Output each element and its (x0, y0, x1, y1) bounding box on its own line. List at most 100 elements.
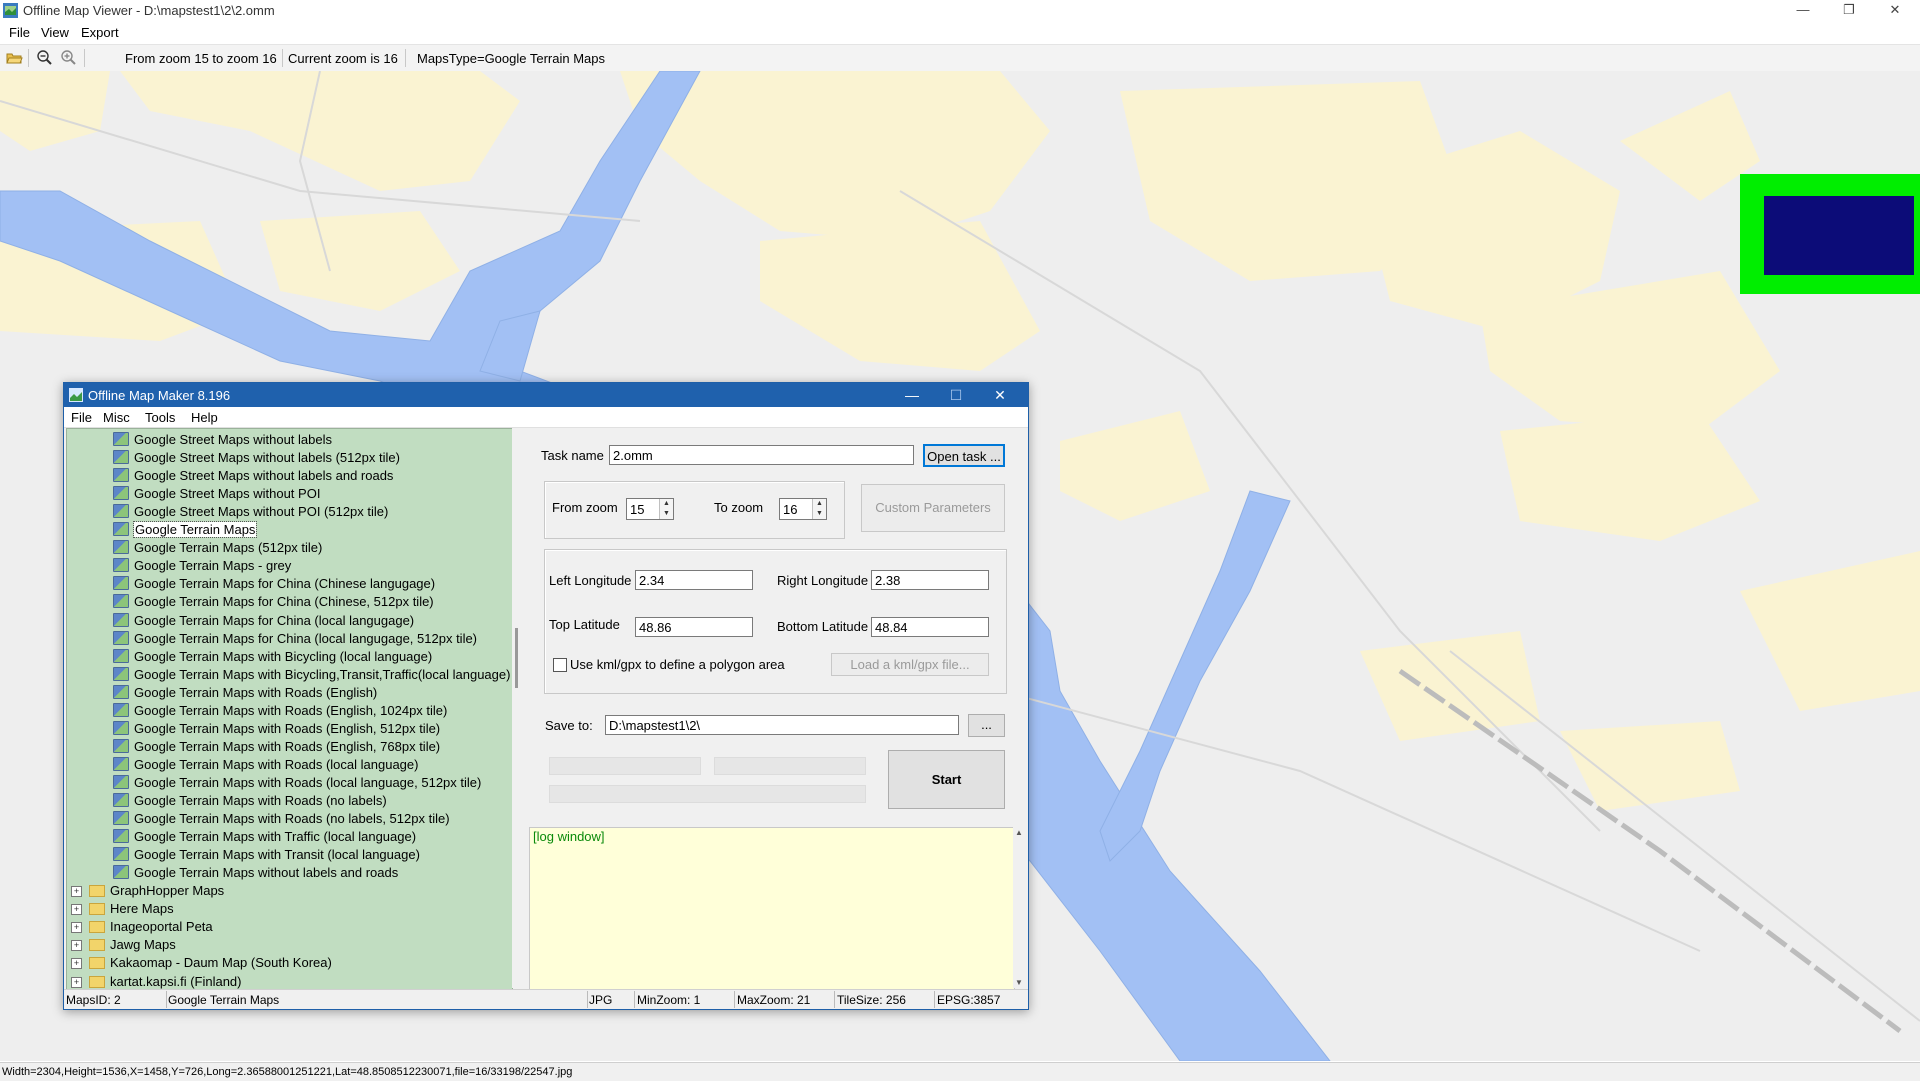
dialog-close-button[interactable]: ✕ (978, 383, 1022, 407)
expand-folder-icon[interactable]: + (71, 886, 82, 898)
expand-folder-icon[interactable]: + (71, 922, 82, 934)
dialog-menu-file[interactable]: File (71, 410, 92, 425)
tree-folder-item[interactable]: Kakaomap - Daum Map (South Korea) (89, 954, 332, 972)
expand-folder-icon[interactable]: + (71, 976, 82, 988)
tree-folder-label: Inageoportal Peta (110, 919, 213, 935)
map-tile-icon (113, 540, 129, 555)
tree-folder-item[interactable]: GraphHopper Maps (89, 882, 224, 900)
log-window[interactable]: [log window] (529, 827, 1015, 990)
bottom-latitude-input[interactable]: 48.84 (871, 617, 989, 637)
tree-folder-item[interactable]: Jawg Maps (89, 936, 176, 954)
dialog-title-bar[interactable]: Offline Map Maker 8.196 — ☐ ✕ (64, 383, 1028, 407)
expand-folder-icon[interactable]: + (71, 904, 82, 916)
zoom-range-text: From zoom 15 to zoom 16 (125, 51, 277, 66)
tree-map-item[interactable]: Google Terrain Maps for China (local lan… (113, 630, 477, 648)
scroll-up-icon[interactable]: ▲ (1015, 828, 1023, 837)
tree-map-item[interactable]: Google Terrain Maps with Transit (local … (113, 846, 420, 864)
start-button[interactable]: Start (888, 750, 1005, 809)
status-separator (587, 991, 588, 1008)
to-zoom-spinner[interactable]: 16 ▲ ▼ (779, 498, 827, 520)
menu-file[interactable]: File (9, 25, 30, 40)
restore-button[interactable]: ❐ (1826, 0, 1872, 22)
zoom-out-icon[interactable] (36, 49, 53, 66)
tree-folder-item[interactable]: kartat.kapsi.fi (Finland) (89, 973, 242, 990)
tree-map-item[interactable]: Google Terrain Maps with Roads (no label… (113, 792, 387, 810)
map-tile-icon (113, 684, 129, 699)
tree-map-item[interactable]: Google Terrain Maps with Roads (local la… (113, 774, 481, 792)
left-longitude-label: Left Longitude (549, 573, 632, 588)
from-zoom-up-icon[interactable]: ▲ (659, 499, 673, 509)
dialog-menu-help[interactable]: Help (191, 410, 218, 425)
tree-map-label: Google Terrain Maps for China (Chinese l… (134, 576, 436, 592)
tree-folder-item[interactable]: Inageoportal Peta (89, 918, 213, 936)
close-button[interactable]: ✕ (1872, 0, 1918, 22)
task-name-input[interactable]: 2.omm (609, 445, 914, 465)
tree-map-item[interactable]: Google Terrain Maps with Roads (English,… (113, 702, 447, 720)
tree-map-item[interactable]: Google Terrain Maps with Bicycling (loca… (113, 648, 432, 666)
tree-map-item[interactable]: Google Terrain Maps with Roads (English,… (113, 720, 440, 738)
tree-map-item[interactable]: Google Terrain Maps with Roads (English,… (113, 738, 440, 756)
save-to-input[interactable]: D:\mapstest1\2\ (605, 715, 959, 735)
top-latitude-input[interactable]: 48.86 (635, 617, 753, 637)
to-zoom-up-icon[interactable]: ▲ (812, 499, 826, 509)
tree-folder-item[interactable]: Here Maps (89, 900, 174, 918)
tree-map-item[interactable]: Google Terrain Maps for China (local lan… (113, 612, 414, 630)
load-kml-button[interactable]: Load a kml/gpx file... (831, 653, 989, 676)
tree-map-item[interactable]: Google Terrain Maps (512px tile) (113, 539, 322, 557)
menu-view[interactable]: View (41, 25, 69, 40)
status-separator (634, 991, 635, 1008)
tree-map-item[interactable]: Google Terrain Maps without labels and r… (113, 864, 398, 882)
open-task-button[interactable]: Open task ... (923, 444, 1005, 467)
browse-button[interactable]: ... (968, 714, 1005, 737)
progress-bar-2 (714, 757, 866, 775)
tree-map-label: Google Terrain Maps with Traffic (local … (134, 829, 417, 845)
dialog-minimize-button[interactable]: — (890, 383, 934, 407)
from-zoom-value: 15 (630, 502, 645, 517)
dialog-status-bar: MapsID: 2 Google Terrain Maps JPG MinZoo… (64, 989, 1028, 1009)
tree-map-item[interactable]: Google Terrain Maps with Roads (local la… (113, 756, 418, 774)
tree-map-item[interactable]: Google Terrain Maps for China (Chinese, … (113, 593, 434, 611)
map-tile-icon (113, 811, 129, 826)
minimize-button[interactable]: — (1780, 0, 1826, 22)
tree-map-item[interactable]: Google Terrain Maps with Roads (no label… (113, 810, 450, 828)
tree-scroll-thumb[interactable] (515, 628, 518, 688)
expand-folder-icon[interactable]: + (71, 958, 82, 970)
tree-map-item[interactable]: Google Terrain Maps - grey (113, 557, 291, 575)
folder-icon (89, 921, 105, 934)
tree-map-item[interactable]: Google Terrain Maps with Bicycling,Trans… (113, 666, 510, 684)
menu-export[interactable]: Export (81, 25, 119, 40)
tree-map-item[interactable]: Google Terrain Maps for China (Chinese l… (113, 575, 435, 593)
expand-folder-icon[interactable]: + (71, 940, 82, 952)
tree-map-item[interactable]: Google Street Maps without labels (512px… (113, 449, 400, 467)
overview-map[interactable] (1740, 174, 1920, 294)
tree-map-item[interactable]: Google Terrain Maps with Traffic (local … (113, 828, 416, 846)
scroll-down-icon[interactable]: ▼ (1015, 978, 1023, 987)
tree-map-item[interactable]: Google Terrain Maps (113, 521, 258, 539)
zoom-in-icon[interactable] (60, 49, 77, 66)
left-longitude-input[interactable]: 2.34 (635, 570, 753, 590)
overview-viewport (1764, 196, 1914, 275)
use-kml-checkbox[interactable] (553, 658, 567, 672)
to-zoom-down-icon[interactable]: ▼ (812, 509, 826, 519)
map-tile-icon (113, 594, 129, 609)
from-zoom-spinner[interactable]: 15 ▲ ▼ (626, 498, 674, 520)
tree-map-item[interactable]: Google Street Maps without labels and ro… (113, 467, 393, 485)
dialog-maximize-button[interactable]: ☐ (934, 383, 978, 407)
coordinates-status: Width=2304,Height=1536,X=1458,Y=726,Long… (0, 1062, 1920, 1081)
bottom-latitude-label: Bottom Latitude (777, 619, 869, 634)
tree-map-item[interactable]: Google Street Maps without POI (113, 485, 320, 503)
tree-map-item[interactable]: Google Terrain Maps with Roads (English) (113, 684, 377, 702)
open-folder-icon[interactable] (6, 49, 23, 66)
tree-scrollbar[interactable] (512, 428, 522, 988)
top-latitude-label: Top Latitude (549, 617, 620, 632)
tree-map-label: Google Terrain Maps for China (local lan… (134, 612, 415, 628)
right-longitude-input[interactable]: 2.38 (871, 570, 989, 590)
maps-tree[interactable]: Google Street Maps without labels Google … (66, 428, 513, 990)
tree-map-item[interactable]: Google Street Maps without POI (512px ti… (113, 503, 388, 521)
custom-parameters-button[interactable]: Custom Parameters (861, 484, 1005, 532)
dialog-menu-tools[interactable]: Tools (145, 410, 175, 425)
tree-map-item[interactable]: Google Street Maps without labels (113, 431, 332, 449)
log-scrollbar[interactable]: ▲ ▼ (1013, 827, 1025, 988)
dialog-menu-misc[interactable]: Misc (103, 410, 130, 425)
from-zoom-down-icon[interactable]: ▼ (659, 509, 673, 519)
